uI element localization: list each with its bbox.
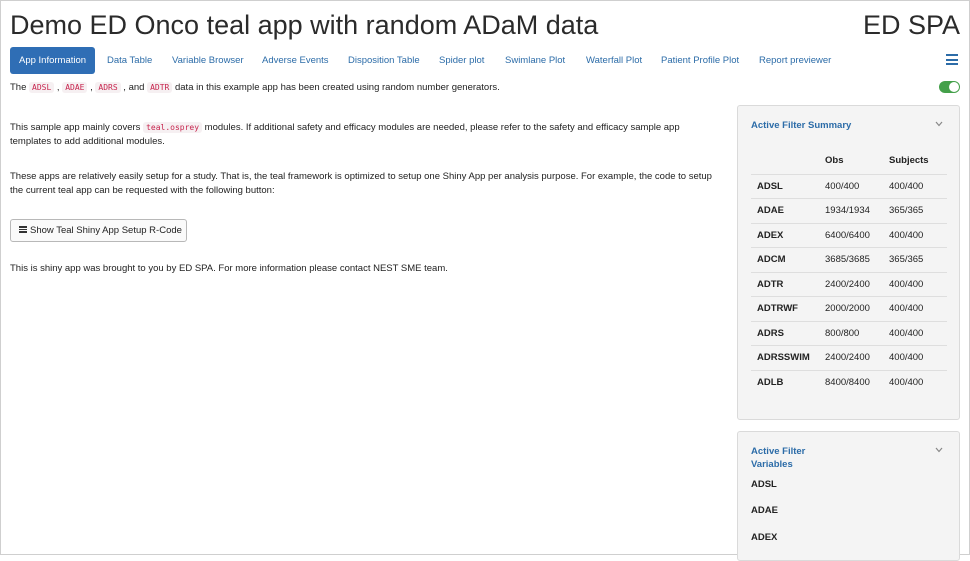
subjects-value: 365/365 <box>889 247 947 272</box>
tab-report-previewer[interactable]: Report previewer <box>750 47 840 74</box>
dataset-code: ADSL <box>29 82 55 93</box>
table-row: ADEX 6400/6400 400/400 <box>751 222 947 248</box>
obs-value: 2000/2000 <box>825 296 889 321</box>
app-title: Demo ED Onco teal app with random ADaM d… <box>10 10 599 40</box>
nav-tabs: App Information Data Table Variable Brow… <box>10 47 960 74</box>
active-filter-summary-title[interactable]: Active Filter Summary <box>751 119 851 132</box>
subjects-value: 400/400 <box>889 173 947 199</box>
tab-app-information[interactable]: App Information <box>10 47 96 74</box>
intro-text-part: The <box>10 82 30 93</box>
dataset-name: ADTRWF <box>751 296 825 321</box>
table-row: ADRS 800/800 400/400 <box>751 320 947 346</box>
dataset-name: ADEX <box>751 222 825 248</box>
active-filter-variables-title[interactable]: Active Filter Variables <box>751 445 805 471</box>
dataset-code: ADTR <box>147 82 173 93</box>
list-lines-icon <box>19 226 27 234</box>
title-bar: Demo ED Onco teal app with random ADaM d… <box>10 6 960 46</box>
obs-value: 800/800 <box>825 320 889 346</box>
tab-swimlane-plot[interactable]: Swimlane Plot <box>496 47 574 74</box>
panel-title-line: Active Filter <box>751 446 806 457</box>
obs-value: 2400/2400 <box>825 271 889 297</box>
subjects-value: 400/400 <box>889 345 947 370</box>
obs-value: 8400/8400 <box>825 369 889 395</box>
dataset-code: ADAE <box>62 82 88 93</box>
filter-dataset-adex[interactable]: ADEX <box>751 532 777 543</box>
setup-text: These apps are relatively easily setup f… <box>10 171 712 196</box>
package-code: teal.osprey <box>143 122 203 133</box>
toggle-knob <box>949 82 959 92</box>
table-row: ADTR 2400/2400 400/400 <box>751 271 947 297</box>
intro-text-part: , <box>54 82 63 93</box>
intro-text-part: , and <box>120 82 148 93</box>
active-filter-variables-panel: Active Filter Variables ADSL ADAE ADEX <box>737 431 960 561</box>
obs-value: 2400/2400 <box>825 345 889 370</box>
obs-value: 6400/6400 <box>825 222 889 248</box>
dataset-code: ADRS <box>95 82 121 93</box>
subjects-value: 400/400 <box>889 320 947 346</box>
hamburger-menu-icon[interactable] <box>946 52 958 66</box>
column-header-subjects: Subjects <box>889 155 929 167</box>
subjects-value: 400/400 <box>889 369 947 395</box>
table-row: ADLB 8400/8400 400/400 <box>751 369 947 395</box>
column-header <box>751 148 825 174</box>
tab-disposition-table[interactable]: Disposition Table <box>339 47 429 74</box>
filter-summary-table: Obs Subjects ADSL 400/400 400/400 ADAE 1934… <box>751 148 947 395</box>
dataset-name: ADSL <box>751 173 825 199</box>
active-filter-summary-panel: Active Filter Summary Obs Subjects ADSL 4… <box>737 105 960 420</box>
footer-text: This is shiny app was brought to you by … <box>10 263 448 274</box>
tab-data-table[interactable]: Data Table <box>98 47 161 74</box>
table-row: ADCM 3685/3685 365/365 <box>751 247 947 272</box>
tab-spider-plot[interactable]: Spider plot <box>430 47 493 74</box>
toggle-switch[interactable] <box>939 81 960 93</box>
chevron-down-icon[interactable] <box>935 447 943 455</box>
subjects-value: 400/400 <box>889 222 947 248</box>
subjects-value: 365/365 <box>889 198 947 223</box>
filter-dataset-adae[interactable]: ADAE <box>751 505 778 516</box>
column-header-obs: Obs <box>825 155 844 167</box>
dataset-name: ADRS <box>751 320 825 346</box>
obs-value: 400/400 <box>825 173 889 199</box>
show-setup-code-button[interactable]: Show Teal Shiny App Setup R-Code <box>10 219 187 242</box>
dataset-name: ADCM <box>751 247 825 272</box>
modules-text-part: This sample app mainly covers <box>10 122 144 133</box>
tab-variable-browser[interactable]: Variable Browser <box>163 47 253 74</box>
tab-adverse-events[interactable]: Adverse Events <box>253 47 338 74</box>
filter-dataset-adsl[interactable]: ADSL <box>751 479 777 490</box>
panel-title-line: Variables <box>751 459 793 470</box>
subjects-value: 400/400 <box>889 296 947 321</box>
chevron-down-icon[interactable] <box>935 121 943 129</box>
table-header-row: Obs Subjects <box>751 148 947 174</box>
table-row: ADRSSWIM 2400/2400 400/400 <box>751 345 947 370</box>
obs-value: 3685/3685 <box>825 247 889 272</box>
subjects-value: 400/400 <box>889 271 947 297</box>
dataset-name: ADAE <box>751 198 825 223</box>
brand-label: ED SPA <box>862 10 960 40</box>
table-row: ADSL 400/400 400/400 <box>751 173 947 199</box>
intro-text-part: data in this example app has been create… <box>172 82 500 93</box>
button-label: Show Teal Shiny App Setup R-Code <box>30 225 182 236</box>
intro-text: The ADSL , ADAE , ADRS , and ADTR data i… <box>10 82 500 93</box>
dataset-name: ADRSSWIM <box>751 345 825 370</box>
obs-value: 1934/1934 <box>825 198 889 223</box>
table-row: ADAE 1934/1934 365/365 <box>751 198 947 223</box>
dataset-name: ADLB <box>751 369 825 395</box>
dataset-name: ADTR <box>751 271 825 297</box>
tab-waterfall-plot[interactable]: Waterfall Plot <box>577 47 651 74</box>
modules-text: This sample app mainly covers teal.ospre… <box>10 121 722 148</box>
table-row: ADTRWF 2000/2000 400/400 <box>751 296 947 321</box>
tab-patient-profile-plot[interactable]: Patient Profile Plot <box>652 47 748 74</box>
